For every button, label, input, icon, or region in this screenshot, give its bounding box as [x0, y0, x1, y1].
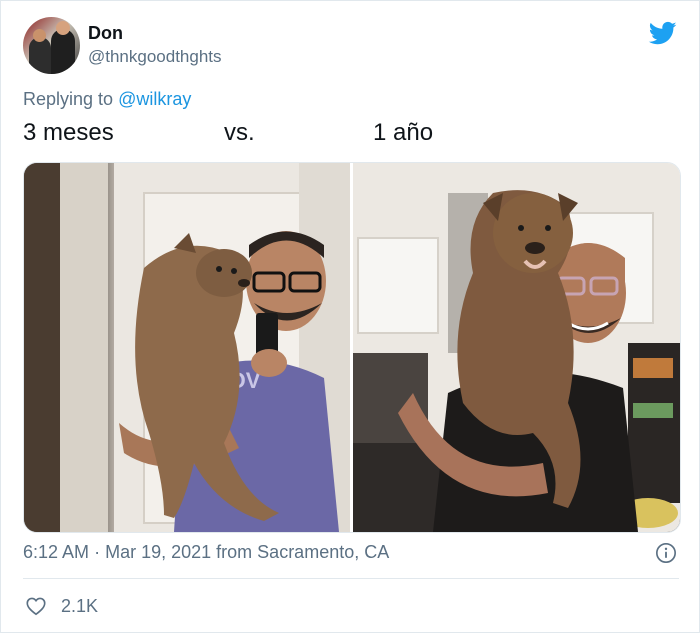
tweet-card: Don @thnkgoodthghts Replying to @wilkray… — [0, 0, 700, 633]
right-photo-illustration — [353, 163, 680, 532]
tweet-date[interactable]: Mar 19, 2021 — [105, 542, 211, 562]
left-photo-illustration: SOV — [24, 163, 350, 532]
like-count[interactable]: 2.1K — [61, 596, 98, 617]
left-photo[interactable]: SOV — [24, 163, 350, 532]
info-icon[interactable] — [655, 542, 677, 564]
tweet-text-right: 1 año — [373, 119, 434, 146]
tweet-text-left: 3 meses — [23, 119, 114, 146]
twitter-bird-icon[interactable] — [647, 19, 679, 47]
tweet-time[interactable]: 6:12 AM — [23, 542, 89, 562]
tweet-source-location: from Sacramento, CA — [216, 542, 390, 562]
reply-mention-link[interactable]: @wilkray — [118, 89, 191, 109]
tweet-metadata: 6:12 AM · Mar 19, 2021 from Sacramento, … — [23, 542, 389, 563]
right-photo[interactable] — [353, 163, 680, 532]
avatar-head-right — [56, 21, 70, 35]
reply-context: Replying to @wilkray — [23, 89, 191, 110]
divider — [23, 578, 679, 579]
user-handle[interactable]: @thnkgoodthghts — [88, 47, 222, 67]
display-name[interactable]: Don — [88, 23, 123, 44]
avatar-person-right — [51, 29, 75, 74]
meta-separator: · — [94, 542, 101, 562]
media-container: SOV — [23, 162, 681, 533]
reply-prefix: Replying to — [23, 89, 114, 109]
avatar-person-left — [29, 37, 51, 74]
tweet-text-mid: vs. — [224, 119, 255, 146]
heart-icon[interactable] — [25, 595, 47, 617]
avatar-head-left — [33, 29, 46, 42]
avatar[interactable] — [23, 17, 80, 74]
